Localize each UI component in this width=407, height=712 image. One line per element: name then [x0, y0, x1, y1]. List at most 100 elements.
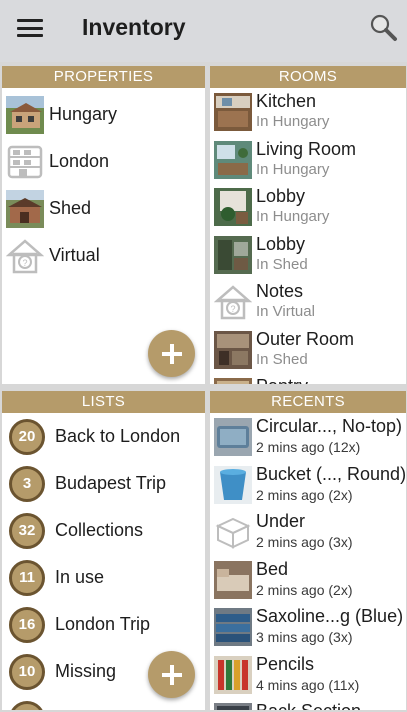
property-label: Virtual: [49, 245, 100, 265]
lists-header: LISTS: [2, 391, 205, 413]
svg-text:?: ?: [22, 258, 27, 268]
room-subtitle: In Shed: [256, 350, 308, 368]
count-badge: 10: [9, 653, 45, 690]
recent-item-circular[interactable]: Circular..., No-top) 2 mins ago (12x): [210, 413, 406, 461]
properties-header: PROPERTIES: [2, 66, 205, 88]
virtual-house-icon: ?: [6, 237, 44, 275]
room-title: Lobby: [256, 233, 306, 254]
plus-icon: [161, 343, 182, 364]
recent-subtitle: 2 mins ago (2x): [256, 486, 353, 503]
back-section-photo: [214, 703, 252, 710]
recent-subtitle: 4 mins ago (11x): [256, 676, 360, 693]
recent-subtitle: 2 mins ago (12x): [256, 439, 361, 455]
recent-title: Under: [256, 511, 306, 531]
property-item-hungary[interactable]: Hungary: [2, 91, 205, 138]
room-item-lobby-hungary[interactable]: Lobby In Hungary: [210, 183, 406, 231]
recent-item-saxoline[interactable]: Saxoline...g (Blue) 3 mins ago (3x): [210, 603, 406, 651]
svg-text:?: ?: [230, 304, 235, 314]
recent-item-under[interactable]: Under 2 mins ago (3x): [210, 508, 406, 556]
list-item-london-trip[interactable]: 16 London Trip: [2, 601, 205, 648]
count-badge: 11: [9, 559, 45, 596]
list-item-budapest-trip[interactable]: 3 Budapest Trip: [2, 460, 205, 507]
list-label: In use: [55, 567, 105, 587]
rooms-panel: ROOMS Kitchen In Hungary Living Room In …: [210, 66, 406, 384]
property-item-london[interactable]: London: [2, 138, 205, 185]
room-item-outer-room[interactable]: Outer Room In Shed: [210, 326, 406, 374]
rooms-header: ROOMS: [210, 66, 406, 88]
room-item-pantry[interactable]: Pantry: [210, 373, 406, 384]
virtual-room-icon: ?: [214, 283, 252, 321]
property-label: Shed: [49, 198, 92, 218]
lobby-photo: [214, 188, 252, 226]
list-label: Collections: [55, 520, 144, 540]
recent-item-back-section[interactable]: Back Section: [210, 698, 406, 710]
add-list-button[interactable]: [148, 651, 195, 698]
recent-subtitle: 3 mins ago (3x): [256, 629, 353, 645]
pantry-photo: [214, 378, 252, 384]
list-item-collections[interactable]: 32 Collections: [2, 507, 205, 554]
list-label: London Trip: [55, 614, 151, 634]
recents-header: RECENTS: [210, 391, 406, 413]
room-subtitle: In Hungary: [256, 160, 330, 178]
recent-item-bucket[interactable]: Bucket (..., Round) 2 mins ago (2x): [210, 461, 406, 509]
list-item-in-use[interactable]: 11 In use: [2, 554, 205, 601]
recent-item-pencils[interactable]: Pencils 4 mins ago (11x): [210, 651, 406, 699]
recent-title: Saxoline...g (Blue): [256, 606, 404, 626]
recent-title: Pencils: [256, 653, 315, 674]
living-room-photo: [214, 140, 252, 179]
bucket-photo: [214, 465, 252, 504]
list-label: Back to London: [55, 426, 181, 446]
pencils-photo: [214, 655, 252, 694]
recent-title: Bed: [256, 558, 289, 579]
building-icon: [6, 143, 44, 181]
app-bar: Inventory: [0, 0, 407, 62]
room-subtitle: In Hungary: [256, 208, 330, 225]
list-label: Budapest Trip: [55, 473, 167, 493]
bed-photo: [214, 560, 252, 599]
property-item-shed[interactable]: Shed: [2, 185, 205, 232]
outer-room-photo: [214, 330, 252, 369]
lists-panel: LISTS 20 Back to London 3 Budapest Trip …: [2, 391, 205, 710]
add-property-button[interactable]: [148, 330, 195, 377]
box-icon: [214, 513, 252, 551]
room-subtitle: In Virtual: [256, 303, 315, 320]
property-label: Hungary: [49, 104, 118, 124]
search-icon[interactable]: [368, 12, 398, 42]
saxoline-photo: [214, 608, 252, 646]
room-title: Outer Room: [256, 328, 355, 349]
room-title: Kitchen: [256, 91, 317, 111]
circular-item-photo: [214, 418, 252, 456]
recent-title: Circular..., No-top): [256, 416, 403, 436]
kitchen-photo: [214, 93, 252, 131]
list-item-back-to-london[interactable]: 20 Back to London: [2, 413, 205, 460]
list-label: Missing: [55, 661, 117, 681]
recents-panel: RECENTS Circular..., No-top) 2 mins ago …: [210, 391, 406, 710]
property-item-virtual[interactable]: ? Virtual: [2, 232, 205, 279]
room-item-kitchen[interactable]: Kitchen In Hungary: [210, 88, 406, 136]
lobby-photo: [214, 235, 252, 274]
room-title: Lobby: [256, 186, 306, 206]
count-badge: 3: [9, 465, 45, 502]
room-title: Living Room: [256, 138, 357, 159]
recent-title: Back Section: [256, 700, 361, 710]
room-item-lobby-shed[interactable]: Lobby In Shed: [210, 231, 406, 279]
room-item-living-room[interactable]: Living Room In Hungary: [210, 136, 406, 184]
recent-title: Bucket (..., Round): [256, 463, 406, 484]
recent-item-bed[interactable]: Bed 2 mins ago (2x): [210, 556, 406, 604]
room-subtitle: In Hungary: [256, 113, 330, 130]
menu-icon[interactable]: [17, 17, 43, 39]
recent-subtitle: 2 mins ago (2x): [256, 581, 353, 598]
room-title: Pantry: [256, 375, 308, 384]
property-label: London: [49, 151, 110, 171]
room-title: Notes: [256, 281, 304, 301]
count-badge: [9, 700, 45, 710]
count-badge: 32: [9, 512, 45, 549]
properties-panel: PROPERTIES Hungary London Shed ? Virtual: [2, 66, 205, 384]
house-photo: [6, 95, 44, 134]
recent-subtitle: 2 mins ago (3x): [256, 534, 353, 550]
shed-photo: [6, 189, 44, 228]
room-subtitle: In Shed: [256, 255, 308, 273]
plus-icon: [161, 664, 182, 685]
room-item-notes[interactable]: ? Notes In Virtual: [210, 278, 406, 326]
count-badge: 16: [9, 606, 45, 643]
